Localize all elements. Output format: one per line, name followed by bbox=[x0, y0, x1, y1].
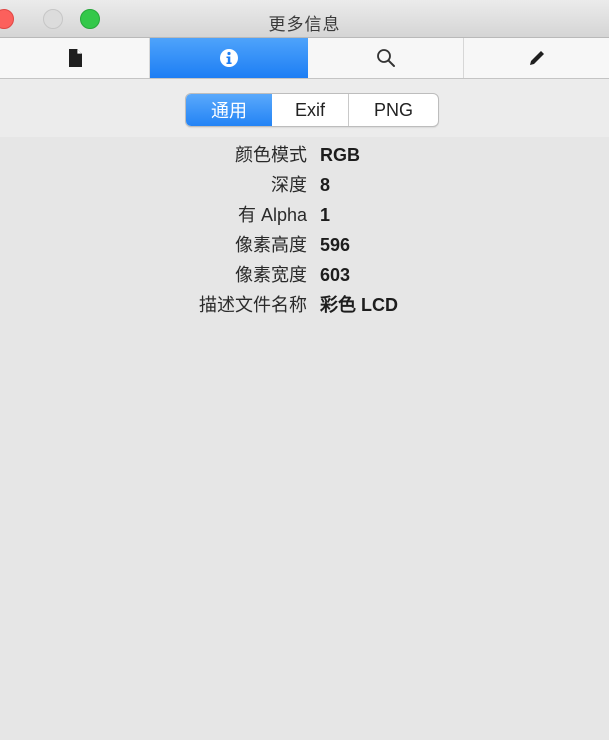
info-row: 像素宽度 603 bbox=[0, 260, 609, 290]
info-label: 有 Alpha bbox=[237, 205, 307, 225]
segment-general[interactable]: 通用 bbox=[186, 94, 272, 126]
info-row: 深度 8 bbox=[0, 170, 609, 200]
more-info-window: 更多信息 通用 Exif PNG 颜色模式 RGB 深度 8 有 Alpha 1… bbox=[0, 0, 609, 740]
segment-exif[interactable]: Exif bbox=[272, 94, 349, 126]
info-label: 深度 bbox=[271, 175, 307, 195]
tab-more-info[interactable] bbox=[150, 38, 308, 78]
segment-png[interactable]: PNG bbox=[349, 94, 438, 126]
tab-search[interactable] bbox=[308, 38, 464, 78]
info-row: 有 Alpha 1 bbox=[0, 200, 609, 230]
info-value: 603 bbox=[320, 265, 351, 285]
info-row: 像素高度 596 bbox=[0, 230, 609, 260]
info-value: 596 bbox=[320, 235, 351, 255]
info-value: RGB bbox=[320, 145, 360, 165]
info-label: 颜色模式 bbox=[235, 145, 307, 165]
title-bar[interactable]: 更多信息 bbox=[0, 0, 609, 38]
info-value: 彩色 LCD bbox=[320, 295, 398, 315]
document-icon bbox=[68, 49, 82, 67]
inspector-toolbar bbox=[0, 38, 609, 79]
info-icon bbox=[220, 49, 238, 67]
pencil-icon bbox=[529, 51, 544, 65]
info-label: 像素高度 bbox=[235, 235, 307, 255]
tab-annotate[interactable] bbox=[464, 38, 609, 78]
info-row: 颜色模式 RGB bbox=[0, 140, 609, 170]
info-category-segmented-control: 通用 Exif PNG bbox=[185, 93, 439, 127]
info-value: 8 bbox=[320, 175, 331, 195]
window-title: 更多信息 bbox=[268, 15, 341, 34]
info-label: 描述文件名称 bbox=[199, 295, 307, 315]
info-row: 描述文件名称 彩色 LCD bbox=[0, 290, 609, 320]
tab-file-info[interactable] bbox=[0, 38, 150, 78]
info-label: 像素宽度 bbox=[235, 265, 307, 285]
info-value: 1 bbox=[320, 205, 331, 225]
search-icon bbox=[376, 49, 395, 67]
